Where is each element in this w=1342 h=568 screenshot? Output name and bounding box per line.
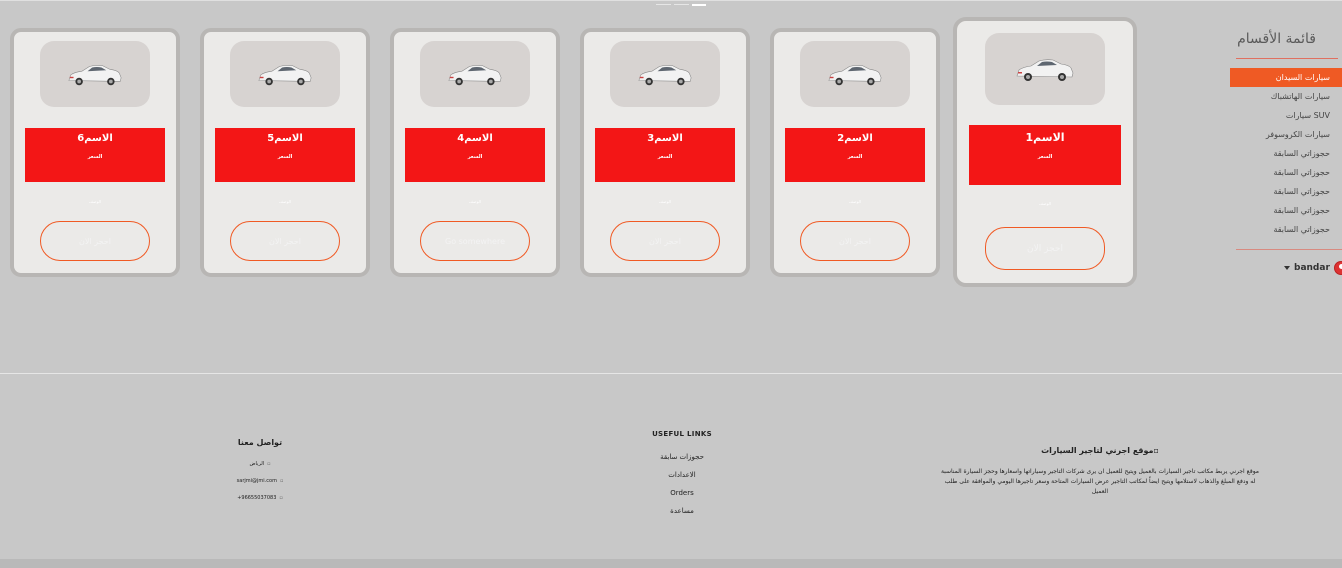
footer-link-settings[interactable]: الاعدادات (630, 466, 734, 484)
category-item-hatchback[interactable]: سيارات الهاتشباك (1230, 87, 1342, 106)
info-icon: ▫ (1153, 446, 1159, 455)
categories-sidebar: قائمة الأقسام سيارات السيدان سيارات الها… (1230, 26, 1342, 275)
sidebar-title: قائمة الأقسام (1237, 31, 1316, 47)
card-header: الاسم1 السعر (969, 125, 1121, 185)
book-now-button[interactable]: احجز الان (610, 221, 720, 261)
footer-link-help[interactable]: مساعدة (630, 502, 734, 520)
phone-icon: ▫ (279, 495, 283, 501)
car-card: الاسم6 السعر الوصف احجز الان (10, 28, 180, 277)
car-description: الوصف (469, 199, 481, 204)
footer-about: موقع اجرني لتاجير السيارات▫ موقع اجرني ي… (940, 446, 1260, 497)
car-icon (828, 64, 882, 86)
car-card: الاسم2 السعر الوصف احجز الان (770, 28, 940, 277)
footer-about-title: موقع اجرني لتاجير السيارات▫ (1041, 446, 1159, 455)
divider (1236, 58, 1338, 59)
footer-contact: تواصل معنا الرياض ▫ sarjmi@jmi.com ▫ +9665… (200, 438, 320, 507)
category-item-previous-bookings[interactable]: حجوزاتي السابقة (1230, 201, 1342, 220)
carousel-indicator[interactable] (674, 4, 689, 5)
car-price: السعر (657, 154, 673, 160)
book-now-button[interactable]: احجز الان (230, 221, 340, 261)
caret-down-icon[interactable] (1284, 266, 1290, 270)
contact-phone: +96655037083 ▫ (237, 495, 283, 501)
category-item-previous-bookings[interactable]: حجوزاتي السابقة (1230, 163, 1342, 182)
car-image (40, 41, 150, 107)
car-description: الوصف (659, 199, 671, 204)
car-image (985, 33, 1105, 105)
email-icon: ▫ (279, 478, 284, 484)
car-description: الوصف (279, 199, 291, 204)
card-header: الاسم3 السعر (595, 128, 735, 182)
car-name: الاسم6 (77, 133, 113, 144)
car-icon (448, 64, 502, 86)
car-card: الاسم5 السعر الوصف احجز الان (200, 28, 370, 277)
footer-link-orders[interactable]: Orders (630, 484, 734, 502)
bottom-strip (0, 559, 1342, 568)
divider (1236, 249, 1342, 250)
car-name: الاسم1 (1025, 131, 1065, 144)
car-icon (1016, 59, 1074, 82)
card-header: الاسم2 السعر (785, 128, 925, 182)
car-image (800, 41, 910, 107)
car-price: السعر (1037, 154, 1053, 160)
category-item-suv[interactable]: سيارات SUV (1230, 106, 1342, 125)
category-list: سيارات السيدان سيارات الهاتشباك سيارات S… (1230, 68, 1342, 239)
car-price: السعر (87, 154, 103, 160)
car-image (230, 41, 340, 107)
car-name: الاسم5 (267, 133, 303, 144)
car-image (610, 41, 720, 107)
top-border (0, 0, 1342, 1)
carousel-indicators[interactable] (656, 4, 706, 6)
book-now-button[interactable]: احجز الان (985, 227, 1105, 270)
user-avatar-icon[interactable] (1333, 261, 1342, 275)
car-description: الوصف (89, 199, 101, 204)
contact-location: الرياض ▫ (249, 461, 271, 467)
car-price: السعر (467, 154, 483, 160)
car-icon (68, 64, 122, 86)
car-card: الاسم1 السعر الوصف احجز الان (953, 17, 1137, 287)
card-header: الاسم4 السعر (405, 128, 545, 182)
car-name: الاسم2 (837, 133, 873, 144)
book-now-button[interactable]: احجز الان (40, 221, 150, 261)
car-price: السعر (277, 154, 293, 160)
car-card: الاسم3 السعر الوصف احجز الان (580, 28, 750, 277)
car-description: الوصف (1039, 201, 1051, 206)
footer-about-text: موقع اجرني يربط مكاتب تاجير السيارات بال… (940, 468, 1260, 495)
car-icon (638, 64, 692, 86)
carousel-indicator[interactable] (656, 4, 671, 5)
category-item-sedan[interactable]: سيارات السيدان (1230, 68, 1342, 87)
car-card: الاسم4 السعر الوصف Go somewhere (390, 28, 560, 277)
category-item-previous-bookings[interactable]: حجوزاتي السابقة (1230, 182, 1342, 201)
footer-contact-title: تواصل معنا (237, 438, 283, 447)
car-name: الاسم3 (647, 133, 683, 144)
footer-useful-links: USEFUL LINKS حجوزات سابقة الاعدادات Orde… (630, 430, 734, 520)
car-description: الوصف (849, 199, 861, 204)
car-image (420, 41, 530, 107)
car-price: السعر (847, 154, 863, 160)
car-icon (258, 64, 312, 86)
footer-links-title: USEFUL LINKS (652, 430, 712, 438)
contact-email: sarjmi@jmi.com ▫ (236, 478, 284, 484)
location-icon: ▫ (267, 461, 271, 467)
category-item-previous-bookings[interactable]: حجوزاتي السابقة (1230, 220, 1342, 239)
user-menu[interactable]: bandar (1284, 261, 1342, 275)
carousel-indicator-active[interactable] (692, 4, 706, 6)
book-now-button[interactable]: احجز الان (800, 221, 910, 261)
category-item-previous-bookings[interactable]: حجوزاتي السابقة (1230, 144, 1342, 163)
card-header: الاسم6 السعر (25, 128, 165, 182)
footer-divider (0, 373, 1342, 374)
username[interactable]: bandar (1294, 263, 1330, 273)
car-name: الاسم4 (457, 133, 493, 144)
footer-link-previous-bookings[interactable]: حجوزات سابقة (630, 448, 734, 466)
category-item-crossover[interactable]: سيارات الكروسوفر (1230, 125, 1342, 144)
card-header: الاسم5 السعر (215, 128, 355, 182)
go-somewhere-button[interactable]: Go somewhere (420, 221, 530, 261)
